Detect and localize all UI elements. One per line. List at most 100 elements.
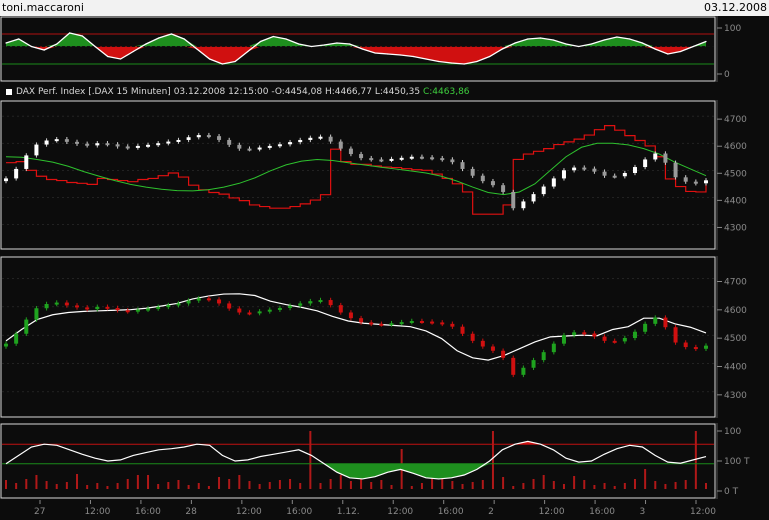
- price-panel[interactable]: 4700 4600 4500 4400 4300: [0, 100, 769, 250]
- candle-body: [176, 139, 181, 142]
- oscillator-point: [69, 32, 71, 34]
- oscillator-positive-area: [6, 33, 706, 47]
- oscillator-point: [603, 39, 605, 41]
- candle-body: [704, 180, 708, 184]
- candle-body: [176, 303, 181, 306]
- volume-bar: [644, 469, 647, 489]
- volume-bar: [268, 482, 271, 489]
- volume-bar: [593, 485, 596, 489]
- candle-body: [683, 342, 688, 348]
- candle-body: [501, 185, 506, 192]
- candle-body: [24, 319, 29, 334]
- oscillator-point: [501, 48, 503, 50]
- candle-body: [653, 153, 658, 160]
- oscillator-panel[interactable]: 100 0: [0, 16, 769, 82]
- y-tick-label: 4500: [724, 169, 747, 179]
- chart-date: 03.12.2008: [704, 1, 767, 14]
- volume-bar: [512, 486, 515, 489]
- candle-body: [206, 135, 211, 138]
- candle-body: [227, 303, 232, 309]
- oscillator-point: [438, 60, 440, 63]
- oscillator-point: [387, 53, 389, 55]
- candle-body: [277, 144, 282, 147]
- candle-body: [622, 338, 627, 342]
- y-tick-label: 100 T: [724, 457, 750, 467]
- candle-body: [450, 323, 455, 327]
- volume-bar: [633, 479, 636, 489]
- volume-bar: [218, 477, 221, 489]
- volume-bar: [562, 484, 565, 489]
- volume-bar: [116, 483, 119, 489]
- candle-body: [4, 343, 8, 347]
- volume-bar: [187, 485, 190, 489]
- volume-bar: [370, 482, 373, 489]
- candle-body: [460, 162, 465, 169]
- candle-body: [338, 305, 343, 313]
- y-tick-label: 4700: [724, 278, 747, 288]
- oscillator-point: [336, 42, 338, 44]
- candle-body: [572, 167, 577, 171]
- candle-body: [470, 168, 475, 176]
- candle-body: [85, 307, 90, 310]
- volume-bar: [248, 481, 251, 489]
- candle-body: [298, 303, 303, 306]
- candle-body: [115, 307, 120, 311]
- oscillator-point: [145, 43, 147, 45]
- oscillator-point: [412, 55, 414, 58]
- candle-body: [308, 137, 313, 140]
- price-panel-2[interactable]: 4700 4600 4500 4400 4300: [0, 256, 769, 418]
- volume-bar: [410, 486, 413, 489]
- oscillator-point: [170, 33, 173, 35]
- candle-body: [217, 299, 222, 304]
- time-tick-label: 12:00: [236, 507, 262, 517]
- candle-body: [511, 357, 516, 375]
- candle-body: [602, 336, 607, 341]
- volume-bar: [390, 485, 393, 489]
- time-axis: 27 12:00 16:00 28 12:00 16:00 1.12. 12:00 16:00 2…: [0, 500, 769, 520]
- time-tick-label: 16:00: [589, 507, 615, 517]
- y-tick-label: 4500: [724, 334, 747, 344]
- oscillator-point: [514, 42, 516, 44]
- volume-bar: [106, 486, 109, 489]
- candle-body: [196, 135, 201, 138]
- trailing-stop-line: [6, 125, 707, 215]
- candle-body: [135, 309, 140, 312]
- candle-body: [54, 139, 59, 142]
- candle-body: [227, 139, 232, 145]
- oscillator-point: [629, 38, 631, 40]
- volume-bar: [502, 477, 505, 489]
- candle-body: [206, 298, 211, 301]
- candle-body: [551, 343, 556, 353]
- oscillator-point: [259, 40, 262, 43]
- candle-body: [277, 307, 282, 310]
- indicator-oversold-area: [6, 463, 706, 479]
- candle-body: [237, 308, 242, 313]
- legend-name: DAX Perf. Index: [16, 87, 86, 97]
- volume-bar: [86, 485, 89, 489]
- candle-body: [318, 300, 323, 303]
- candle-body: [156, 143, 161, 146]
- oscillator-point: [450, 62, 453, 64]
- candle-body: [612, 340, 617, 343]
- oscillator-point: [679, 50, 682, 53]
- oscillator-point: [476, 60, 478, 63]
- candle-body: [643, 323, 648, 332]
- indicator-panel[interactable]: 100 100 T 0 T: [0, 423, 769, 499]
- candle-body: [582, 332, 587, 335]
- oscillator-point: [565, 43, 567, 45]
- candle-body: [359, 154, 364, 159]
- candle-body: [460, 326, 465, 334]
- user-name: toni.maccaroni: [2, 1, 84, 14]
- oscillator-point: [539, 37, 542, 39]
- candle-body: [602, 171, 607, 176]
- legend-low: L:4450,35: [374, 87, 421, 97]
- candle-body: [359, 318, 364, 323]
- candle-body: [531, 194, 536, 202]
- candle-body: [348, 148, 353, 155]
- oscillator-point: [81, 35, 83, 37]
- legend-datetime: 03.12.2008 12:15:00: [173, 87, 269, 97]
- legend-high: H:4466,77: [324, 87, 372, 97]
- candle-body: [267, 145, 272, 148]
- time-tick-label: 12:00: [690, 507, 716, 517]
- y-tick-label: 4400: [724, 196, 747, 206]
